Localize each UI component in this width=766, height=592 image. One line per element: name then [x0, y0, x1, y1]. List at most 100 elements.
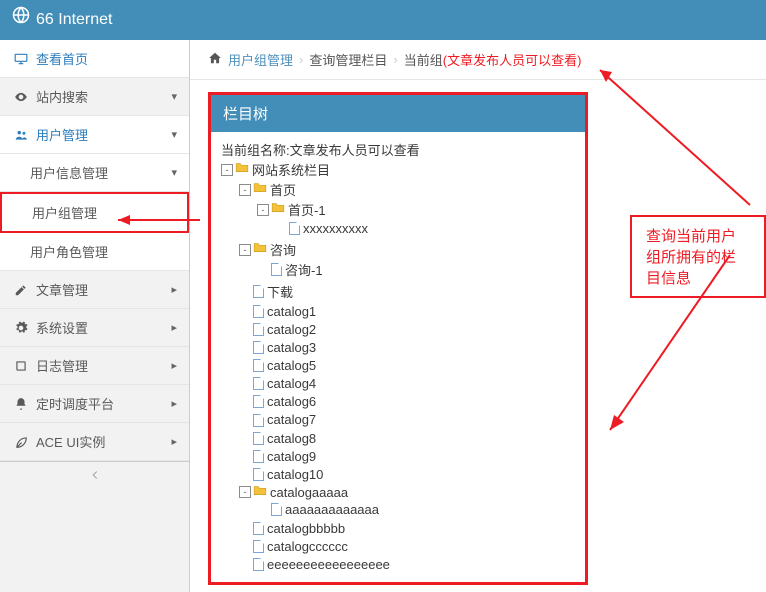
sidebar-subitem[interactable]: 用户组管理	[0, 192, 189, 233]
tree-node-label: catalogaaaaa	[270, 485, 348, 500]
tree-node-label: 首页	[270, 183, 296, 198]
folder-icon	[235, 161, 249, 176]
sidebar: 查看首页站内搜索▾用户管理▾用户信息管理▾用户组管理用户角色管理文章管理▸系统设…	[0, 40, 190, 592]
annotation-callout: 查询当前用户组所拥有的栏目信息	[630, 215, 766, 298]
file-icon	[253, 540, 264, 553]
file-icon	[253, 285, 264, 298]
sidebar-item-label: 用户角色管理	[30, 242, 177, 261]
sidebar-item[interactable]: 查看首页	[0, 40, 189, 78]
tree-node[interactable]: 下载	[239, 281, 575, 302]
tree-node[interactable]: - catalogaaaaa aaaaaaaaaaaaa	[239, 483, 575, 519]
column-tree[interactable]: -网站系统栏目-首页-首页-1xxxxxxxxxx-咨询咨询-1下载catalo…	[221, 159, 575, 574]
tree-node[interactable]: -网站系统栏目-首页-首页-1xxxxxxxxxx-咨询咨询-1下载catalo…	[221, 159, 575, 574]
tree-node-label: catalog2	[267, 322, 316, 337]
sidebar-item-label: 系统设置	[36, 318, 171, 337]
sidebar-item-label: ACE UI实例	[36, 432, 171, 451]
file-icon	[253, 468, 264, 481]
file-icon	[253, 359, 264, 372]
breadcrumb: 用户组管理 › 查询管理栏目 › 当前组(文章发布人员可以查看)	[190, 40, 766, 80]
tree-node[interactable]: - 咨询咨询-1	[239, 239, 575, 281]
sidebar-item[interactable]: 文章管理▸	[0, 271, 189, 309]
breadcrumb-current: 当前组(文章发布人员可以查看)	[404, 50, 582, 69]
file-icon	[253, 414, 264, 427]
sidebar-item-label: 用户组管理	[32, 203, 175, 222]
monitor-icon	[12, 52, 30, 66]
tree-node-label: aaaaaaaaaaaaa	[285, 502, 379, 517]
breadcrumb-link-2: 查询管理栏目	[309, 50, 387, 69]
tree-node[interactable]: catalog5	[239, 356, 575, 374]
tree-node-label: catalog3	[267, 340, 316, 355]
tree-node[interactable]: catalog7	[239, 410, 575, 428]
tree-node[interactable]: catalog4	[239, 374, 575, 392]
sidebar-item-label: 用户管理	[36, 125, 171, 144]
tree-expander[interactable]: -	[221, 164, 233, 176]
annotation-arrow	[590, 60, 760, 210]
sidebar-item-label: 站内搜索	[36, 87, 171, 106]
tree-node[interactable]: catalog9	[239, 447, 575, 465]
file-icon	[253, 558, 264, 571]
folder-icon	[253, 181, 267, 196]
file-icon	[271, 263, 282, 276]
tree-node-label: eeeeeeeeeeeeeeeee	[267, 557, 390, 572]
tree-node-label: 首页-1	[288, 203, 326, 218]
tree-node[interactable]: 咨询-1	[257, 259, 575, 280]
tree-node[interactable]: catalog2	[239, 320, 575, 338]
tree-node[interactable]: catalog3	[239, 338, 575, 356]
file-icon	[271, 503, 282, 516]
tree-node-label: 网站系统栏目	[252, 163, 330, 178]
tree-expander[interactable]: -	[239, 486, 251, 498]
sidebar-item[interactable]: 用户管理▾	[0, 116, 189, 154]
tree-node[interactable]: xxxxxxxxxx	[275, 219, 575, 237]
sidebar-item[interactable]: 系统设置▸	[0, 309, 189, 347]
sidebar-collapse-button[interactable]	[0, 461, 189, 491]
file-icon	[253, 305, 264, 318]
breadcrumb-sep: ›	[393, 52, 397, 67]
tree-node[interactable]: aaaaaaaaaaaaa	[257, 500, 575, 518]
sidebar-item-label: 用户信息管理	[30, 163, 171, 182]
home-icon[interactable]	[208, 51, 222, 68]
tree-node[interactable]: catalogcccccc	[239, 537, 575, 555]
sidebar-subitem[interactable]: 用户角色管理	[0, 233, 189, 271]
tree-node-label: catalog8	[267, 431, 316, 446]
sidebar-item-label: 定时调度平台	[36, 394, 171, 413]
file-icon	[253, 450, 264, 463]
tree-node[interactable]: -首页-首页-1xxxxxxxxxx	[239, 179, 575, 239]
sidebar-item-label: 文章管理	[36, 280, 171, 299]
tree-expander[interactable]: -	[239, 244, 251, 256]
sidebar-item-label: 查看首页	[36, 49, 177, 68]
tree-node[interactable]: catalog8	[239, 429, 575, 447]
leaf-icon	[12, 435, 30, 449]
file-icon	[253, 522, 264, 535]
tree-node-label: catalog10	[267, 467, 323, 482]
tree-node-label: catalog9	[267, 449, 316, 464]
sidebar-item[interactable]: 站内搜索▾	[0, 78, 189, 116]
group-name-line: 当前组名称:文章发布人员可以查看	[221, 140, 575, 159]
tree-node[interactable]: eeeeeeeeeeeeeeeee	[239, 555, 575, 573]
tree-node[interactable]: catalog6	[239, 392, 575, 410]
tree-node-label: catalog4	[267, 376, 316, 391]
tree-node-label: catalogcccccc	[267, 539, 348, 554]
tree-node[interactable]: - 首页-1xxxxxxxxxx	[257, 199, 575, 238]
tree-node-label: 咨询-1	[285, 263, 323, 278]
sidebar-subitem[interactable]: 用户信息管理▾	[0, 154, 189, 192]
tree-node-label: catalog7	[267, 413, 316, 428]
tree-node-label: 下载	[267, 285, 293, 300]
breadcrumb-sep: ›	[299, 52, 303, 67]
tree-expander[interactable]: -	[257, 204, 269, 216]
tree-node[interactable]: catalogbbbbb	[239, 519, 575, 537]
tree-node[interactable]: catalog1	[239, 302, 575, 320]
folder-icon	[253, 484, 267, 499]
sidebar-item[interactable]: 定时调度平台▸	[0, 385, 189, 423]
breadcrumb-link-1[interactable]: 用户组管理	[228, 50, 293, 69]
sidebar-item[interactable]: ACE UI实例▸	[0, 423, 189, 461]
tree-expander[interactable]: -	[239, 184, 251, 196]
file-icon	[289, 222, 300, 235]
tree-node-label: 咨询	[270, 243, 296, 258]
sidebar-item[interactable]: 日志管理▸	[0, 347, 189, 385]
tree-node[interactable]: catalog10	[239, 465, 575, 483]
file-icon	[253, 395, 264, 408]
file-icon	[253, 377, 264, 390]
app-header: 66 Internet	[0, 0, 766, 40]
gear-icon	[12, 321, 30, 335]
folder-icon	[253, 241, 267, 256]
